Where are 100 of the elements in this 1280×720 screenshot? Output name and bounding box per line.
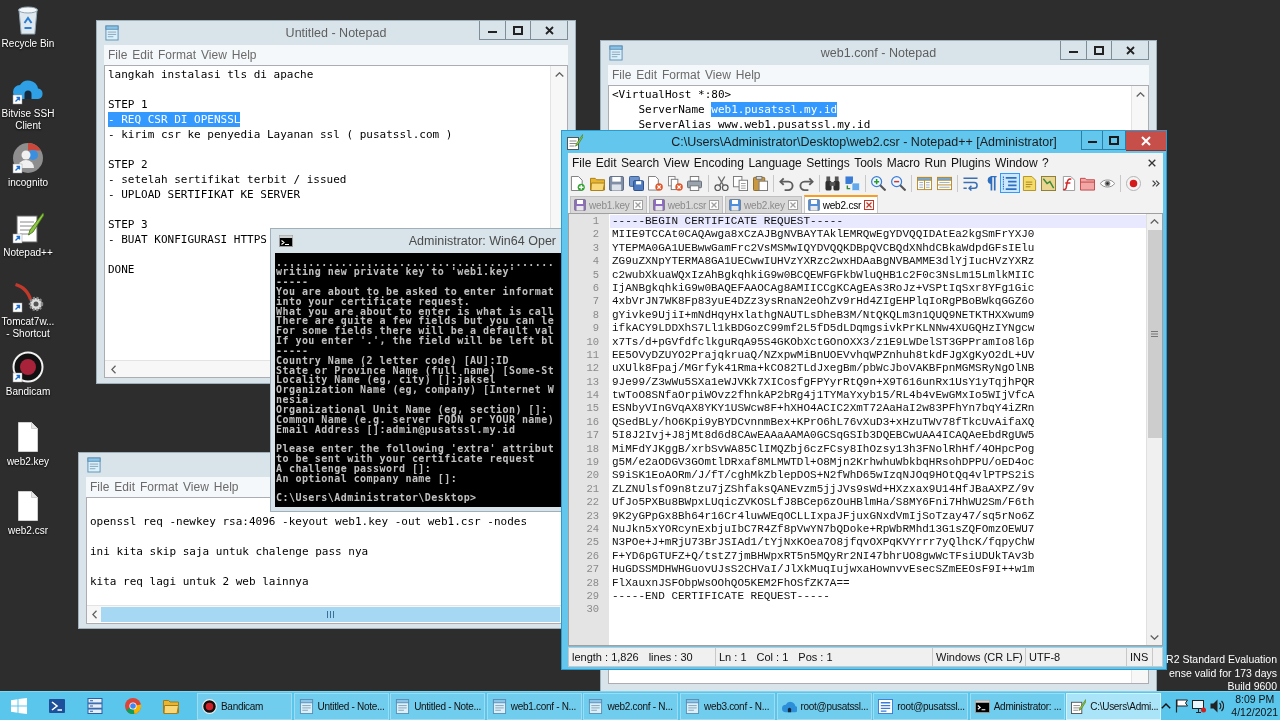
- menu-item[interactable]: Help: [231, 47, 257, 63]
- feather-gear-icon[interactable]: [12, 281, 44, 314]
- minimize-button[interactable]: [479, 21, 506, 40]
- text-editor[interactable]: [568, 213, 1163, 646]
- taskbar-button[interactable]: web2.conf - N...: [583, 692, 679, 720]
- menu-item[interactable]: Edit: [114, 479, 136, 495]
- taskbar-button[interactable]: Bandicam: [197, 692, 292, 720]
- icon-label[interactable]: Notepad++: [3, 246, 53, 259]
- taskbar-button[interactable]: Untitled - Note...: [390, 692, 486, 720]
- menu-item[interactable]: File: [572, 154, 592, 171]
- console-line: -----: [276, 345, 309, 356]
- notepad-icon: [609, 45, 623, 61]
- terminal-icon[interactable]: [49, 698, 65, 714]
- menu-item[interactable]: Macro: [886, 154, 920, 171]
- maximize-icon[interactable]: [1109, 135, 1119, 145]
- flag-icon[interactable]: [1175, 699, 1189, 713]
- line-number: 2: [592, 228, 599, 242]
- menu-item[interactable]: Window: [994, 154, 1038, 171]
- icon-label[interactable]: Bitvise SSH Client: [0, 107, 56, 132]
- menu-item[interactable]: Plugins: [951, 154, 991, 171]
- taskbar-button[interactable]: root@pusatssl...: [776, 692, 872, 720]
- status-text: UTF-8: [1029, 649, 1061, 665]
- taskbar-button[interactable]: C:\Users\Admi...: [1066, 692, 1162, 720]
- close-icon[interactable]: [1148, 158, 1156, 167]
- taskbar-button[interactable]: root@pusatssl...: [873, 692, 969, 720]
- console-line: Email Address []:admin@pusatssl.my.id: [276, 424, 516, 435]
- notepad-icon: [684, 698, 700, 714]
- minimize-button[interactable]: [1081, 131, 1103, 150]
- line-number: 28: [586, 576, 599, 590]
- menu-item[interactable]: File: [612, 67, 632, 83]
- menu-item[interactable]: Search: [621, 154, 660, 171]
- close-button[interactable]: [1112, 41, 1149, 60]
- server-icon[interactable]: [87, 698, 103, 714]
- browser-icon[interactable]: [125, 698, 141, 714]
- menu-item[interactable]: Format: [662, 67, 701, 83]
- menu-item[interactable]: View: [201, 47, 227, 63]
- menu-item[interactable]: Language: [748, 154, 802, 171]
- menu-item[interactable]: Format: [158, 47, 197, 63]
- menu-item[interactable]: Tools: [854, 154, 883, 171]
- menu-item[interactable]: Run: [924, 154, 947, 171]
- maximize-button[interactable]: [506, 21, 531, 40]
- text-line: - setelah sertifikat terbit / issued: [108, 172, 347, 187]
- icon-label[interactable]: incognito: [8, 177, 48, 190]
- menu-item[interactable]: ?: [1042, 154, 1049, 171]
- console-line: If you enter '.', the field will be left bl: [276, 336, 555, 346]
- menu-item[interactable]: Help: [735, 67, 761, 83]
- menu-item[interactable]: Edit: [132, 47, 154, 63]
- tab[interactable]: web2.csr: [803, 195, 879, 213]
- icon-label[interactable]: web2.key: [6, 455, 50, 468]
- code-line: ZG9uZXNpYTERMA8GA1UECwwIUHVzYXRzc2wxHDAaBgNVBAMME3dlYjIucHVzYXRz: [612, 255, 1035, 269]
- scrollbar-thumb[interactable]: [101, 606, 560, 622]
- clock-time[interactable]: 8:09 PM: [1235, 693, 1275, 706]
- minimize-icon[interactable]: [1087, 141, 1097, 143]
- menu-item[interactable]: Help: [213, 479, 239, 495]
- code-line: -----BEGIN CERTIFICATE REQUEST-----: [612, 215, 844, 229]
- taskbar-button[interactable]: web1.conf - N...: [486, 692, 582, 720]
- close-button[interactable]: [1126, 131, 1166, 151]
- text-line: openssl req -newkey rsa:4096 -keyout web1.key -out web1.csr -nodes: [90, 514, 528, 529]
- console-line: C:\Users\Administrator\Desktop>: [276, 493, 477, 504]
- close-button[interactable]: [531, 21, 568, 40]
- menu-item[interactable]: File: [108, 47, 128, 63]
- vertical-scrollbar[interactable]: [1146, 214, 1162, 645]
- chevron-up-icon[interactable]: [1161, 703, 1172, 709]
- maximize-icon[interactable]: [1094, 45, 1104, 55]
- menu-item[interactable]: View: [183, 479, 209, 495]
- line-number: 15: [586, 402, 599, 416]
- menu-item[interactable]: View: [663, 154, 690, 171]
- menu-item[interactable]: Format: [140, 479, 179, 495]
- folder-icon[interactable]: [163, 698, 179, 714]
- menu-item[interactable]: Edit: [595, 154, 617, 171]
- scrollbar-thumb[interactable]: [1147, 230, 1162, 438]
- menu-item[interactable]: Encoding: [693, 154, 744, 171]
- notice-text: R2 Standard Evaluation: [1166, 653, 1277, 667]
- taskbar-button[interactable]: web3.conf - N...: [679, 692, 775, 720]
- icon-label[interactable]: Tomcat7w... - Shortcut: [0, 316, 56, 341]
- maximize-button[interactable]: [1087, 41, 1112, 60]
- text-line: - kirim csr ke penyedia Layanan ssl ( pusatssl.com ): [108, 127, 453, 142]
- close-icon[interactable]: [1125, 45, 1135, 55]
- menu-item[interactable]: Edit: [636, 67, 658, 83]
- icon-label[interactable]: Bandicam: [5, 385, 51, 398]
- menu-item[interactable]: Settings: [806, 154, 850, 171]
- icon-label[interactable]: Recycle Bin: [1, 38, 55, 50]
- user-circle-icon[interactable]: [12, 142, 44, 175]
- minimize-button[interactable]: [1060, 41, 1087, 60]
- text-line: ini kita skip saja untuk chalenge pass nya: [90, 544, 369, 559]
- close-icon[interactable]: [544, 25, 554, 35]
- menu-item[interactable]: View: [705, 67, 731, 83]
- taskbar-button[interactable]: Administrator: ...: [969, 692, 1065, 720]
- maximize-icon[interactable]: [513, 25, 523, 35]
- clock-date[interactable]: 4/12/2021: [1231, 706, 1279, 719]
- menu-item[interactable]: File: [90, 479, 110, 495]
- line-number: 14: [586, 389, 599, 403]
- taskbar-button[interactable]: Untitled - Note...: [293, 692, 389, 720]
- icon-label[interactable]: web2.csr: [8, 525, 48, 538]
- double-chevron-icon[interactable]: [1152, 179, 1160, 187]
- speaker-icon[interactable]: [1210, 699, 1225, 713]
- notebook-icon[interactable]: [12, 211, 44, 244]
- network-icon[interactable]: [1192, 699, 1207, 713]
- code-line: S9iSK1EoAORm/J/fT/cghMkZblepDOS+N2fWhD65wIzqNJOq9HOtQq4vlPTPS2iS: [612, 469, 1035, 483]
- close-icon[interactable]: [864, 200, 875, 210]
